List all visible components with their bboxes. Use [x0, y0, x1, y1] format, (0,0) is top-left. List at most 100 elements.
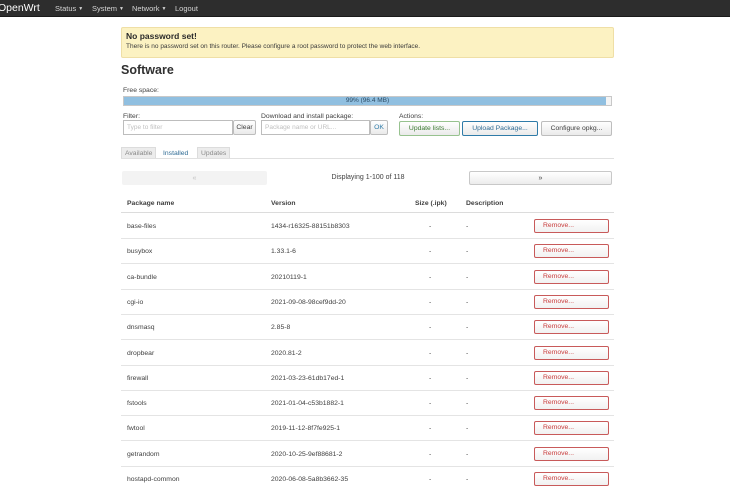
package-description: - — [466, 324, 469, 332]
table-row: busybox 1.33.1-6 - - Remove... — [121, 239, 614, 265]
package-size: - — [429, 450, 432, 458]
alert-title: No password set! — [126, 31, 197, 41]
package-description: - — [466, 400, 469, 408]
package-size: - — [429, 298, 432, 306]
menu-network-label: Network — [132, 4, 160, 13]
package-size: - — [429, 476, 432, 483]
page-title: Software — [121, 63, 174, 77]
package-name: dnsmasq — [127, 324, 155, 332]
package-table-header: Package name Version Size (.ipk) Descrip… — [121, 195, 614, 213]
remove-package-button[interactable]: Remove... — [534, 472, 609, 486]
update-lists-button[interactable]: Update lists... — [399, 121, 460, 136]
package-size: - — [429, 374, 432, 382]
package-description: - — [466, 248, 469, 256]
table-row: dnsmasq 2.85-8 - - Remove... — [121, 315, 614, 341]
package-name: hostapd-common — [127, 476, 180, 483]
package-version: 2020-10-25-9ef88681-2 — [271, 450, 343, 458]
package-description: - — [466, 349, 469, 357]
remove-package-button[interactable]: Remove... — [534, 345, 609, 360]
package-description: - — [466, 273, 469, 281]
package-version: 2021-03-23-61db17ed-1 — [271, 374, 345, 382]
free-space-label: Free space: — [123, 87, 159, 94]
column-header-description: Description — [466, 200, 504, 207]
package-version: 20210119-1 — [271, 273, 307, 281]
table-row: fwtool 2019-11-12-8f7fe925-1 - - Remove... — [121, 416, 614, 442]
table-row: fstools 2021-01-04-c53b1882-1 - - Remove... — [121, 391, 614, 417]
tab-divider — [121, 158, 614, 159]
package-description: - — [466, 298, 469, 306]
pager-status: Displaying 1-100 of 118 — [331, 174, 405, 181]
package-name: getrandom — [127, 450, 160, 458]
chevron-down-icon: ▼ — [161, 5, 167, 12]
no-password-alert: No password set! There is no password se… — [121, 27, 614, 58]
package-name: cgi-io — [127, 298, 144, 306]
remove-package-button[interactable]: Remove... — [534, 244, 609, 259]
alert-text: There is no password set on this router.… — [126, 43, 421, 50]
table-row: hostapd-common 2020-06-08-5a8b3662-35 - - Re… — [121, 467, 614, 489]
package-size: - — [429, 425, 432, 433]
package-size: - — [429, 400, 432, 408]
table-row: getrandom 2020-10-25-9ef88681-2 - - Remove..… — [121, 442, 614, 467]
package-description: - — [466, 374, 469, 382]
menu-status[interactable]: Status ▼ — [55, 3, 83, 15]
table-row: ca-bundle 20210119-1 - - Remove... — [121, 265, 614, 290]
menu-network[interactable]: Network ▼ — [132, 3, 166, 15]
package-version: 2019-11-12-8f7fe925-1 — [271, 425, 341, 433]
package-size: - — [429, 324, 432, 332]
column-header-version: Version — [271, 200, 296, 207]
column-header-size: Size (.ipk) — [415, 200, 447, 207]
upload-package-button[interactable]: Upload Package... — [462, 121, 538, 136]
package-version: 1434-r16325-88151b8303 — [271, 223, 350, 230]
package-description: - — [466, 450, 469, 458]
package-name: ca-bundle — [127, 273, 157, 281]
package-version: 2.85-8 — [271, 324, 291, 332]
package-size: - — [429, 349, 432, 357]
chevron-down-icon: ▼ — [78, 5, 84, 12]
remove-package-button[interactable]: Remove... — [534, 370, 609, 385]
package-size: - — [429, 223, 432, 230]
install-ok-button[interactable]: OK — [370, 120, 388, 135]
remove-package-button[interactable]: Remove... — [534, 396, 609, 411]
brand-logo[interactable]: OpenWrt — [0, 1, 40, 15]
menu-system[interactable]: System ▼ — [92, 3, 124, 15]
remove-package-button[interactable]: Remove... — [534, 269, 609, 284]
table-row: base-files 1434-r16325-88151b8303 - - Remove… — [121, 214, 614, 239]
top-navbar: OpenWrt Status ▼ System ▼ Network ▼ Logout — [0, 0, 730, 17]
table-row: firewall 2021-03-23-61db17ed-1 - - Remove... — [121, 366, 614, 391]
package-version: 2020.81-2 — [271, 349, 302, 357]
package-name: base-files — [127, 223, 157, 230]
package-description: - — [466, 425, 469, 433]
package-version: 1.33.1-6 — [271, 248, 296, 256]
actions-label: Actions: — [399, 113, 424, 120]
pager-prev-button[interactable]: « — [122, 171, 267, 185]
remove-package-button[interactable]: Remove... — [534, 294, 609, 309]
package-version: 2021-09-08-98cef9dd-20 — [271, 298, 346, 306]
remove-package-button[interactable]: Remove... — [534, 421, 609, 436]
clear-filter-button[interactable]: Clear — [233, 120, 256, 135]
menu-status-label: Status — [55, 4, 77, 13]
table-row: cgi-io 2021-09-08-98cef9dd-20 - - Remove... — [121, 290, 614, 315]
free-space-text: 99% (96.4 MB) — [345, 97, 390, 104]
remove-package-button[interactable]: Remove... — [534, 219, 609, 233]
package-description: - — [466, 476, 469, 483]
package-description: - — [466, 223, 469, 230]
package-name: fstools — [127, 400, 147, 408]
free-space-progress: 99% (96.4 MB) — [123, 96, 612, 106]
remove-package-button[interactable]: Remove... — [534, 446, 609, 461]
package-name: dropbear — [127, 349, 155, 357]
package-url-input[interactable] — [261, 120, 370, 135]
package-size: - — [429, 273, 432, 281]
menu-system-label: System — [92, 4, 118, 13]
package-name: fwtool — [127, 425, 145, 433]
package-name: busybox — [127, 248, 153, 256]
chevron-down-icon: ▼ — [119, 5, 124, 12]
filter-input[interactable] — [123, 120, 233, 135]
configure-opkg-button[interactable]: Configure opkg... — [541, 121, 612, 136]
column-header-name: Package name — [127, 200, 175, 207]
remove-package-button[interactable]: Remove... — [534, 320, 609, 335]
pager-next-button[interactable]: » — [469, 171, 612, 185]
menu-logout[interactable]: Logout — [175, 3, 198, 14]
package-size: - — [429, 248, 432, 256]
package-name: firewall — [127, 374, 149, 382]
table-row: dropbear 2020.81-2 - - Remove... — [121, 341, 614, 366]
